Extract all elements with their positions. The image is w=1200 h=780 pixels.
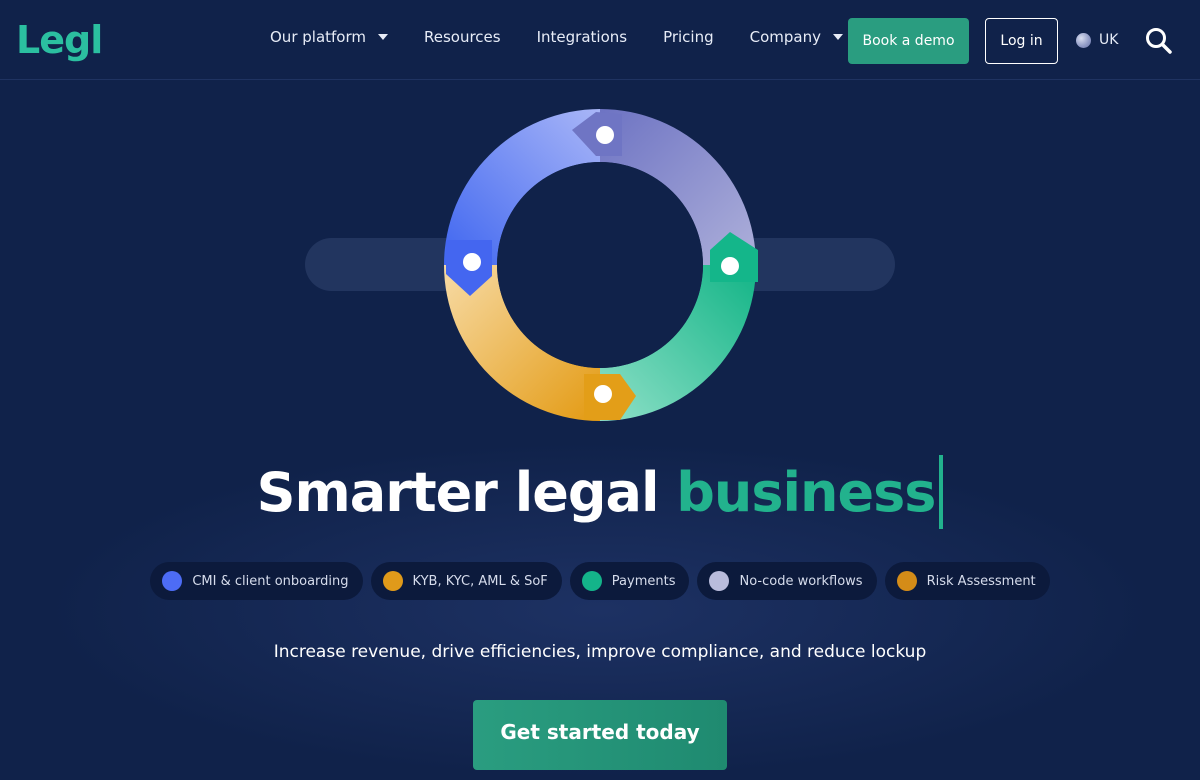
chevron-down-icon <box>377 34 388 40</box>
dot-icon <box>896 571 917 591</box>
nav-item-pricing[interactable]: Pricing <box>663 28 714 46</box>
nav-item-resources[interactable]: Resources <box>424 28 501 46</box>
dot-icon <box>162 571 183 591</box>
book-demo-button[interactable]: Book a demo <box>848 18 969 64</box>
headline-accent: business <box>676 461 936 524</box>
hero-headline: Smarter legal business <box>0 455 1200 533</box>
search-button[interactable] <box>1144 26 1174 56</box>
feature-pill-kyb[interactable]: KYB, KYC, AML & SoF <box>370 562 562 600</box>
login-button[interactable]: Log in <box>985 18 1058 64</box>
feature-pills: CMI & client onboarding KYB, KYC, AML & … <box>0 562 1200 600</box>
feature-pill-label: KYB, KYC, AML & SoF <box>412 573 548 589</box>
get-started-button[interactable]: Get started today <box>473 700 727 770</box>
feature-pill-label: CMI & client onboarding <box>192 573 349 589</box>
search-icon <box>1146 28 1172 54</box>
feature-pill-label: No-code workflows <box>739 573 863 589</box>
feature-pill-workflows[interactable]: No-code workflows <box>697 562 877 600</box>
top-navigation: Legl Our platform Resources Integrations… <box>0 0 1200 80</box>
nav-item-our-platform[interactable]: Our platform <box>270 28 388 46</box>
dot-icon <box>382 571 403 591</box>
hero-ring-graphic <box>300 100 900 430</box>
headline-main: Smarter legal <box>256 461 677 524</box>
nav-item-label: Pricing <box>663 28 714 46</box>
nav-item-label: Integrations <box>536 28 628 46</box>
feature-pill-risk[interactable]: Risk Assessment <box>884 562 1050 600</box>
feature-pill-cmi[interactable]: CMI & client onboarding <box>150 562 363 600</box>
feature-pill-payments[interactable]: Payments <box>569 562 690 600</box>
globe-icon <box>1076 32 1091 48</box>
nav-item-label: Company <box>749 28 821 46</box>
nav-item-label: Resources <box>423 28 501 46</box>
main-menu: Our platform Resources Integrations Pric… <box>270 28 843 46</box>
nav-item-label: Our platform <box>270 28 366 46</box>
hero-subtext: Increase revenue, drive efficiencies, im… <box>273 642 927 662</box>
nav-item-company[interactable]: Company <box>750 28 843 46</box>
legl-logo[interactable]: Legl <box>16 18 103 62</box>
feature-pill-label: Risk Assessment <box>926 573 1036 589</box>
dot-icon <box>581 571 602 591</box>
nav-item-integrations[interactable]: Integrations <box>537 28 627 46</box>
typing-cursor <box>939 455 944 530</box>
dot-icon <box>709 571 730 591</box>
feature-pill-label: Payments <box>611 573 676 589</box>
chevron-down-icon <box>833 34 843 40</box>
locale-selector[interactable]: UK <box>1076 32 1118 48</box>
locale-label: UK <box>1099 32 1119 48</box>
